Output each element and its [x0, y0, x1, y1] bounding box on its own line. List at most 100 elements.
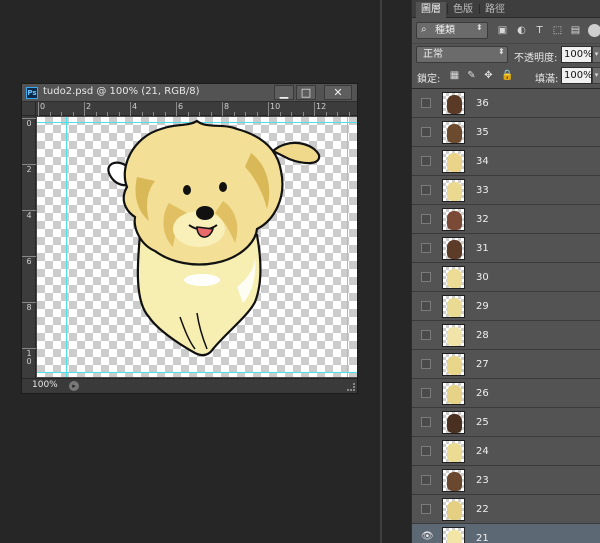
eye-icon[interactable]: 👁 — [421, 532, 434, 542]
ruler-origin[interactable] — [22, 102, 36, 116]
visibility-toggle[interactable] — [421, 417, 431, 427]
layer-name[interactable]: 22 — [476, 504, 489, 515]
document-window[interactable]: Ps tudo2.psd @ 100% (21, RGB/8) ▁ □ ✕ 0 2… — [21, 83, 358, 394]
layer-row[interactable]: 34 — [412, 147, 600, 176]
layer-name[interactable]: 24 — [476, 446, 489, 457]
visibility-toggle[interactable] — [421, 127, 431, 137]
layer-name[interactable]: 31 — [476, 243, 489, 254]
status-menu-icon[interactable]: ▸ — [69, 381, 79, 391]
layer-name[interactable]: 26 — [476, 388, 489, 399]
thumbnail-dog-icon — [447, 269, 462, 288]
filter-toggle-icon[interactable] — [588, 24, 600, 37]
ruler-minor-tick — [187, 112, 189, 116]
visibility-toggle[interactable] — [421, 185, 431, 195]
layer-row[interactable]: 25 — [412, 408, 600, 437]
vertical-ruler[interactable]: 0 2 4 6 8 1 0 — [22, 116, 36, 378]
adjustment-filter-icon[interactable]: ◐ — [515, 24, 528, 37]
layer-row[interactable]: 33 — [412, 176, 600, 205]
layer-row[interactable]: 24 — [412, 437, 600, 466]
layer-name[interactable]: 35 — [476, 127, 489, 138]
visibility-toggle[interactable] — [421, 504, 431, 514]
layer-thumbnail[interactable] — [442, 527, 465, 543]
lock-all-icon[interactable]: 🔒 — [501, 70, 513, 81]
shape-filter-icon[interactable]: ⬚ — [551, 24, 564, 37]
resize-grip-icon[interactable] — [347, 383, 355, 391]
photoshop-logo-icon: Ps — [26, 87, 38, 99]
visibility-toggle[interactable] — [421, 243, 431, 253]
layer-thumbnail[interactable] — [442, 353, 465, 376]
thumbnail-dog-icon — [447, 124, 462, 143]
tab-paths[interactable]: 路徑 — [480, 2, 510, 18]
layer-thumbnail[interactable] — [442, 324, 465, 347]
layer-row[interactable]: 35 — [412, 118, 600, 147]
visibility-toggle[interactable] — [421, 98, 431, 108]
tab-layers[interactable]: 圖層 — [416, 2, 446, 18]
lock-transparency-icon[interactable]: ▦ — [449, 70, 460, 81]
visibility-toggle[interactable] — [421, 446, 431, 456]
opacity-input[interactable]: 100% — [561, 46, 593, 63]
visibility-toggle[interactable] — [421, 388, 431, 398]
layer-thumbnail[interactable] — [442, 266, 465, 289]
layer-thumbnail[interactable] — [442, 411, 465, 434]
visibility-toggle[interactable] — [421, 330, 431, 340]
lock-pixels-icon[interactable]: ✎ — [466, 70, 477, 81]
visibility-toggle[interactable] — [421, 272, 431, 282]
layer-name[interactable]: 32 — [476, 214, 489, 225]
layer-row[interactable]: 31 — [412, 234, 600, 263]
layer-thumbnail[interactable] — [442, 121, 465, 144]
maximize-button[interactable]: □ — [296, 85, 316, 100]
layer-thumbnail[interactable] — [442, 469, 465, 492]
layer-row[interactable]: 27 — [412, 350, 600, 379]
layer-row[interactable]: 28 — [412, 321, 600, 350]
image-filter-icon[interactable]: ▣ — [496, 24, 509, 37]
layer-thumbnail[interactable] — [442, 150, 465, 173]
ruler-label: 6 — [178, 102, 184, 111]
layer-row[interactable]: 30 — [412, 263, 600, 292]
fill-input[interactable]: 100% — [561, 67, 593, 84]
opacity-dropdown-button[interactable]: ▾ — [592, 46, 600, 63]
smartobject-filter-icon[interactable]: ▤ — [569, 24, 582, 37]
fill-dropdown-button[interactable]: ▾ — [592, 67, 600, 84]
minimize-button[interactable]: ▁ — [274, 85, 294, 100]
layer-thumbnail[interactable] — [442, 295, 465, 318]
text-filter-icon[interactable]: T — [533, 24, 546, 37]
close-button[interactable]: ✕ — [324, 85, 352, 100]
layer-thumbnail[interactable] — [442, 237, 465, 260]
layer-row[interactable]: 32 — [412, 205, 600, 234]
layer-name[interactable]: 36 — [476, 98, 489, 109]
horizontal-ruler[interactable]: 0 2 4 6 8 10 12 — [36, 102, 357, 116]
tab-channels[interactable]: 色版 — [448, 2, 478, 18]
visibility-toggle[interactable] — [421, 301, 431, 311]
layer-row[interactable]: 36 — [412, 89, 600, 118]
layer-thumbnail[interactable] — [442, 92, 465, 115]
layer-row[interactable]: 👁 21 — [412, 524, 600, 543]
layer-thumbnail[interactable] — [442, 208, 465, 231]
layer-name[interactable]: 29 — [476, 301, 489, 312]
layer-name[interactable]: 23 — [476, 475, 489, 486]
layer-name[interactable]: 33 — [476, 185, 489, 196]
layer-thumbnail[interactable] — [442, 498, 465, 521]
visibility-toggle[interactable] — [421, 214, 431, 224]
layer-thumbnail[interactable] — [442, 382, 465, 405]
document-titlebar[interactable]: Ps tudo2.psd @ 100% (21, RGB/8) ▁ □ ✕ — [22, 84, 357, 102]
thumbnail-dog-icon — [447, 385, 462, 404]
layer-name[interactable]: 28 — [476, 330, 489, 341]
visibility-toggle[interactable] — [421, 475, 431, 485]
layer-name[interactable]: 27 — [476, 359, 489, 370]
blend-mode-select[interactable]: 正常 — [416, 46, 508, 63]
layer-row[interactable]: 22 — [412, 495, 600, 524]
zoom-level-field[interactable]: 100% — [32, 380, 58, 390]
lock-position-icon[interactable]: ✥ — [483, 70, 494, 81]
visibility-toggle[interactable] — [421, 359, 431, 369]
layer-name[interactable]: 21 — [476, 533, 489, 543]
visibility-toggle[interactable] — [421, 156, 431, 166]
layer-thumbnail[interactable] — [442, 179, 465, 202]
layer-name[interactable]: 30 — [476, 272, 489, 283]
layer-row[interactable]: 29 — [412, 292, 600, 321]
layer-name[interactable]: 25 — [476, 417, 489, 428]
layer-row[interactable]: 26 — [412, 379, 600, 408]
layer-row[interactable]: 23 — [412, 466, 600, 495]
document-canvas[interactable] — [37, 117, 357, 377]
layer-name[interactable]: 34 — [476, 156, 489, 167]
layer-thumbnail[interactable] — [442, 440, 465, 463]
